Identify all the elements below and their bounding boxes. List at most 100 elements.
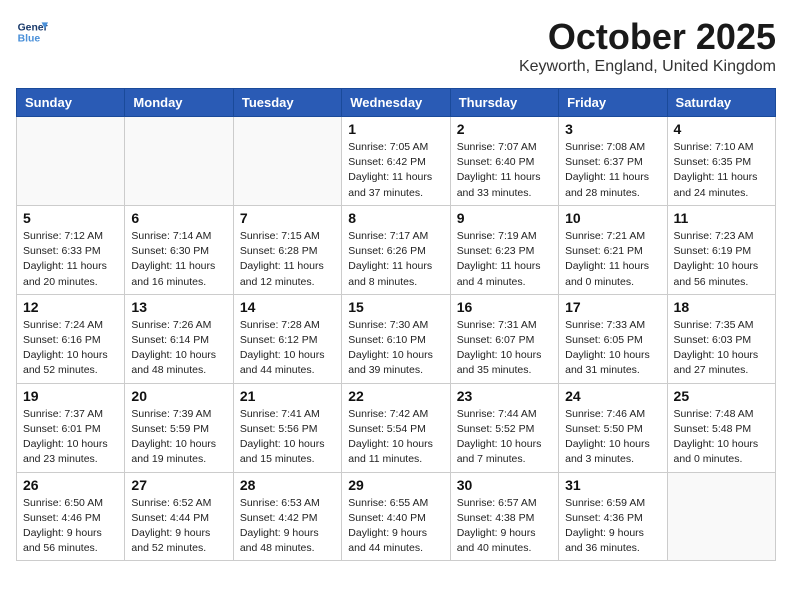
calendar-day-27: 27 Sunrise: 6:52 AM Sunset: 4:44 PM Dayli… bbox=[125, 472, 233, 561]
day-number: 28 bbox=[240, 477, 335, 493]
calendar-day-30: 30 Sunrise: 6:57 AM Sunset: 4:38 PM Dayli… bbox=[450, 472, 558, 561]
day-number: 17 bbox=[565, 299, 660, 315]
calendar-day-17: 17 Sunrise: 7:33 AM Sunset: 6:05 PM Dayli… bbox=[559, 294, 667, 383]
day-number: 29 bbox=[348, 477, 443, 493]
calendar-day-13: 13 Sunrise: 7:26 AM Sunset: 6:14 PM Dayli… bbox=[125, 294, 233, 383]
day-number: 31 bbox=[565, 477, 660, 493]
day-info: Sunrise: 7:08 AM Sunset: 6:37 PM Dayligh… bbox=[565, 140, 660, 201]
calendar-day-11: 11 Sunrise: 7:23 AM Sunset: 6:19 PM Dayli… bbox=[667, 205, 775, 294]
calendar-day-3: 3 Sunrise: 7:08 AM Sunset: 6:37 PM Daylig… bbox=[559, 117, 667, 206]
calendar-day-8: 8 Sunrise: 7:17 AM Sunset: 6:26 PM Daylig… bbox=[342, 205, 450, 294]
weekday-header-wednesday: Wednesday bbox=[342, 89, 450, 117]
day-number: 22 bbox=[348, 388, 443, 404]
day-number: 12 bbox=[23, 299, 118, 315]
weekday-header-sunday: Sunday bbox=[17, 89, 125, 117]
day-number: 20 bbox=[131, 388, 226, 404]
day-number: 18 bbox=[674, 299, 769, 315]
day-number: 15 bbox=[348, 299, 443, 315]
day-info: Sunrise: 7:21 AM Sunset: 6:21 PM Dayligh… bbox=[565, 229, 660, 290]
day-info: Sunrise: 7:35 AM Sunset: 6:03 PM Dayligh… bbox=[674, 318, 769, 379]
day-info: Sunrise: 7:07 AM Sunset: 6:40 PM Dayligh… bbox=[457, 140, 552, 201]
day-info: Sunrise: 6:55 AM Sunset: 4:40 PM Dayligh… bbox=[348, 496, 443, 557]
calendar-week-row: 26 Sunrise: 6:50 AM Sunset: 4:46 PM Dayli… bbox=[17, 472, 776, 561]
weekday-header-tuesday: Tuesday bbox=[233, 89, 341, 117]
location: Keyworth, England, United Kingdom bbox=[519, 58, 776, 76]
day-info: Sunrise: 7:33 AM Sunset: 6:05 PM Dayligh… bbox=[565, 318, 660, 379]
day-number: 13 bbox=[131, 299, 226, 315]
calendar-week-row: 1Sunrise: 7:05 AM Sunset: 6:42 PM Daylig… bbox=[17, 117, 776, 206]
calendar-day-19: 19Sunrise: 7:37 AM Sunset: 6:01 PM Dayli… bbox=[17, 383, 125, 472]
title-area: October 2025 Keyworth, England, United K… bbox=[519, 16, 776, 76]
day-number: 3 bbox=[565, 121, 660, 137]
calendar-week-row: 5Sunrise: 7:12 AM Sunset: 6:33 PM Daylig… bbox=[17, 205, 776, 294]
day-number: 23 bbox=[457, 388, 552, 404]
day-info: Sunrise: 7:17 AM Sunset: 6:26 PM Dayligh… bbox=[348, 229, 443, 290]
day-info: Sunrise: 7:23 AM Sunset: 6:19 PM Dayligh… bbox=[674, 229, 769, 290]
day-number: 11 bbox=[674, 210, 769, 226]
day-number: 16 bbox=[457, 299, 552, 315]
day-info: Sunrise: 7:48 AM Sunset: 5:48 PM Dayligh… bbox=[674, 407, 769, 468]
calendar-day-29: 29 Sunrise: 6:55 AM Sunset: 4:40 PM Dayli… bbox=[342, 472, 450, 561]
day-info: Sunrise: 7:46 AM Sunset: 5:50 PM Dayligh… bbox=[565, 407, 660, 468]
calendar-day-12: 12 Sunrise: 7:24 AM Sunset: 6:16 PM Dayli… bbox=[17, 294, 125, 383]
day-number: 14 bbox=[240, 299, 335, 315]
weekday-header-row: SundayMondayTuesdayWednesdayThursdayFrid… bbox=[17, 89, 776, 117]
day-info: Sunrise: 7:05 AM Sunset: 6:42 PM Dayligh… bbox=[348, 140, 443, 201]
calendar-day-5: 5Sunrise: 7:12 AM Sunset: 6:33 PM Daylig… bbox=[17, 205, 125, 294]
calendar-day-20: 20 Sunrise: 7:39 AM Sunset: 5:59 PM Dayli… bbox=[125, 383, 233, 472]
calendar-day-31: 31 Sunrise: 6:59 AM Sunset: 4:36 PM Dayli… bbox=[559, 472, 667, 561]
calendar-day-2: 2 Sunrise: 7:07 AM Sunset: 6:40 PM Daylig… bbox=[450, 117, 558, 206]
day-info: Sunrise: 7:44 AM Sunset: 5:52 PM Dayligh… bbox=[457, 407, 552, 468]
calendar-day-14: 14 Sunrise: 7:28 AM Sunset: 6:12 PM Dayli… bbox=[233, 294, 341, 383]
day-number: 24 bbox=[565, 388, 660, 404]
day-info: Sunrise: 7:10 AM Sunset: 6:35 PM Dayligh… bbox=[674, 140, 769, 201]
day-info: Sunrise: 7:30 AM Sunset: 6:10 PM Dayligh… bbox=[348, 318, 443, 379]
day-number: 27 bbox=[131, 477, 226, 493]
day-info: Sunrise: 7:24 AM Sunset: 6:16 PM Dayligh… bbox=[23, 318, 118, 379]
calendar-day-16: 16Sunrise: 7:31 AM Sunset: 6:07 PM Dayli… bbox=[450, 294, 558, 383]
calendar-day-empty bbox=[125, 117, 233, 206]
calendar-day-empty bbox=[233, 117, 341, 206]
day-info: Sunrise: 7:19 AM Sunset: 6:23 PM Dayligh… bbox=[457, 229, 552, 290]
day-info: Sunrise: 7:26 AM Sunset: 6:14 PM Dayligh… bbox=[131, 318, 226, 379]
day-number: 5 bbox=[23, 210, 118, 226]
day-number: 25 bbox=[674, 388, 769, 404]
day-info: Sunrise: 7:14 AM Sunset: 6:30 PM Dayligh… bbox=[131, 229, 226, 290]
month-title: October 2025 bbox=[519, 16, 776, 58]
logo: General Blue bbox=[16, 16, 48, 48]
calendar-day-7: 7Sunrise: 7:15 AM Sunset: 6:28 PM Daylig… bbox=[233, 205, 341, 294]
weekday-header-thursday: Thursday bbox=[450, 89, 558, 117]
day-info: Sunrise: 7:39 AM Sunset: 5:59 PM Dayligh… bbox=[131, 407, 226, 468]
calendar-day-26: 26 Sunrise: 6:50 AM Sunset: 4:46 PM Dayli… bbox=[17, 472, 125, 561]
day-number: 26 bbox=[23, 477, 118, 493]
calendar-day-15: 15 Sunrise: 7:30 AM Sunset: 6:10 PM Dayli… bbox=[342, 294, 450, 383]
calendar-day-25: 25 Sunrise: 7:48 AM Sunset: 5:48 PM Dayli… bbox=[667, 383, 775, 472]
day-number: 30 bbox=[457, 477, 552, 493]
day-number: 7 bbox=[240, 210, 335, 226]
calendar-day-empty bbox=[667, 472, 775, 561]
calendar-day-9: 9 Sunrise: 7:19 AM Sunset: 6:23 PM Daylig… bbox=[450, 205, 558, 294]
day-number: 6 bbox=[131, 210, 226, 226]
day-info: Sunrise: 6:52 AM Sunset: 4:44 PM Dayligh… bbox=[131, 496, 226, 557]
day-info: Sunrise: 7:28 AM Sunset: 6:12 PM Dayligh… bbox=[240, 318, 335, 379]
calendar-day-23: 23 Sunrise: 7:44 AM Sunset: 5:52 PM Dayli… bbox=[450, 383, 558, 472]
svg-text:Blue: Blue bbox=[18, 34, 41, 45]
calendar-table: SundayMondayTuesdayWednesdayThursdayFrid… bbox=[16, 88, 776, 561]
calendar-day-21: 21 Sunrise: 7:41 AM Sunset: 5:56 PM Dayli… bbox=[233, 383, 341, 472]
page-header: General Blue October 2025 Keyworth, Engl… bbox=[16, 16, 776, 76]
day-number: 21 bbox=[240, 388, 335, 404]
day-info: Sunrise: 6:59 AM Sunset: 4:36 PM Dayligh… bbox=[565, 496, 660, 557]
day-number: 10 bbox=[565, 210, 660, 226]
day-number: 9 bbox=[457, 210, 552, 226]
day-number: 4 bbox=[674, 121, 769, 137]
day-info: Sunrise: 6:57 AM Sunset: 4:38 PM Dayligh… bbox=[457, 496, 552, 557]
calendar-week-row: 12 Sunrise: 7:24 AM Sunset: 6:16 PM Dayli… bbox=[17, 294, 776, 383]
calendar-day-empty bbox=[17, 117, 125, 206]
day-number: 2 bbox=[457, 121, 552, 137]
calendar-week-row: 19Sunrise: 7:37 AM Sunset: 6:01 PM Dayli… bbox=[17, 383, 776, 472]
day-number: 8 bbox=[348, 210, 443, 226]
day-info: Sunrise: 6:53 AM Sunset: 4:42 PM Dayligh… bbox=[240, 496, 335, 557]
day-info: Sunrise: 6:50 AM Sunset: 4:46 PM Dayligh… bbox=[23, 496, 118, 557]
day-info: Sunrise: 7:41 AM Sunset: 5:56 PM Dayligh… bbox=[240, 407, 335, 468]
weekday-header-saturday: Saturday bbox=[667, 89, 775, 117]
